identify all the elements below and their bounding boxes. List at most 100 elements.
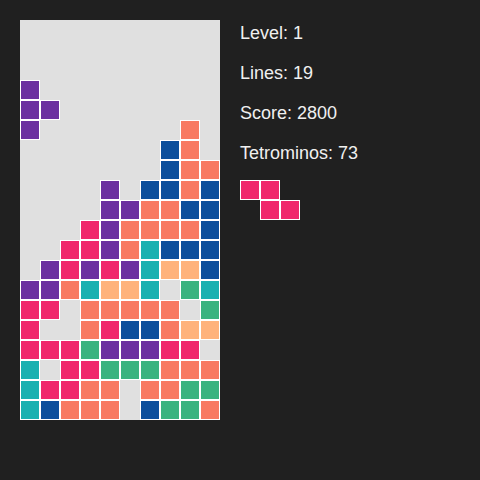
board-cell [160, 400, 180, 420]
board-cell [140, 40, 160, 60]
board-cell [200, 160, 220, 180]
board-cell [180, 340, 200, 360]
board-cell [40, 160, 60, 180]
board-cell [180, 120, 200, 140]
board-cell [120, 220, 140, 240]
board-cell [200, 380, 220, 400]
next-piece-cell [280, 200, 300, 220]
board-cell [160, 280, 180, 300]
board-cell [200, 340, 220, 360]
board-cell [200, 320, 220, 340]
board-cell [140, 20, 160, 40]
board-cell [140, 380, 160, 400]
game-board [20, 20, 220, 420]
board-cell [20, 120, 40, 140]
stat-label: Tetrominos: 73 [240, 140, 358, 166]
board-cell [40, 40, 60, 60]
board-cell [60, 140, 80, 160]
board-cell [200, 80, 220, 100]
board-cell [120, 80, 140, 100]
board-cell [80, 180, 100, 200]
board-cell [100, 380, 120, 400]
board-cell [140, 140, 160, 160]
board-cell [40, 260, 60, 280]
next-piece-cell [260, 180, 280, 200]
board-cell [60, 320, 80, 340]
board-cell [60, 240, 80, 260]
board-cell [100, 100, 120, 120]
board-cell [20, 140, 40, 160]
board-cell [80, 300, 100, 320]
board-cell [140, 300, 160, 320]
board-cell [20, 360, 40, 380]
board-cell [80, 400, 100, 420]
board-cell [60, 220, 80, 240]
board-cell [20, 300, 40, 320]
board-cell [20, 160, 40, 180]
next-piece-preview [240, 180, 358, 220]
board-cell [180, 200, 200, 220]
board-cell [120, 340, 140, 360]
board-cell [180, 100, 200, 120]
board-cell [60, 200, 80, 220]
board-cell [200, 200, 220, 220]
board-cell [80, 100, 100, 120]
board-cell [80, 280, 100, 300]
board-cell [20, 280, 40, 300]
board-cell [80, 360, 100, 380]
board-cell [200, 60, 220, 80]
board-cell [40, 220, 60, 240]
board-cell [120, 360, 140, 380]
board-cell [140, 120, 160, 140]
board-cell [120, 40, 140, 60]
board-cell [60, 80, 80, 100]
board-cell [180, 40, 200, 60]
board-cell [40, 100, 60, 120]
board-cell [180, 140, 200, 160]
board-cell [40, 200, 60, 220]
board-cell [140, 260, 160, 280]
board-cell [20, 340, 40, 360]
board-cell [60, 300, 80, 320]
board-cell [180, 280, 200, 300]
board-cell [60, 160, 80, 180]
board-cell [140, 200, 160, 220]
next-piece-cell [240, 200, 260, 220]
board-cell [60, 60, 80, 80]
board-cell [140, 220, 160, 240]
board-cell [100, 20, 120, 40]
board-cell [120, 240, 140, 260]
board-cell [100, 320, 120, 340]
board-cell [100, 40, 120, 60]
board-cell [80, 160, 100, 180]
board-cell [40, 400, 60, 420]
board-cell [40, 80, 60, 100]
board-cell [200, 280, 220, 300]
board-cell [80, 120, 100, 140]
board-cell [20, 200, 40, 220]
board-cell [160, 40, 180, 60]
board-cell [100, 180, 120, 200]
board-cell [180, 160, 200, 180]
board-cell [40, 140, 60, 160]
board-cell [40, 180, 60, 200]
board-cell [40, 380, 60, 400]
board-cell [80, 40, 100, 60]
board-cell [200, 400, 220, 420]
board-cell [160, 340, 180, 360]
board-cell [80, 320, 100, 340]
board-cell [160, 140, 180, 160]
board-cell [60, 400, 80, 420]
board-cell [20, 60, 40, 80]
board-cell [40, 360, 60, 380]
board-cell [140, 180, 160, 200]
board-cell [200, 100, 220, 120]
board-cell [60, 20, 80, 40]
board-cell [100, 80, 120, 100]
board-cell [160, 20, 180, 40]
board-cell [120, 60, 140, 80]
board-cell [120, 320, 140, 340]
board-cell [60, 360, 80, 380]
board-cell [100, 160, 120, 180]
board-cell [120, 400, 140, 420]
